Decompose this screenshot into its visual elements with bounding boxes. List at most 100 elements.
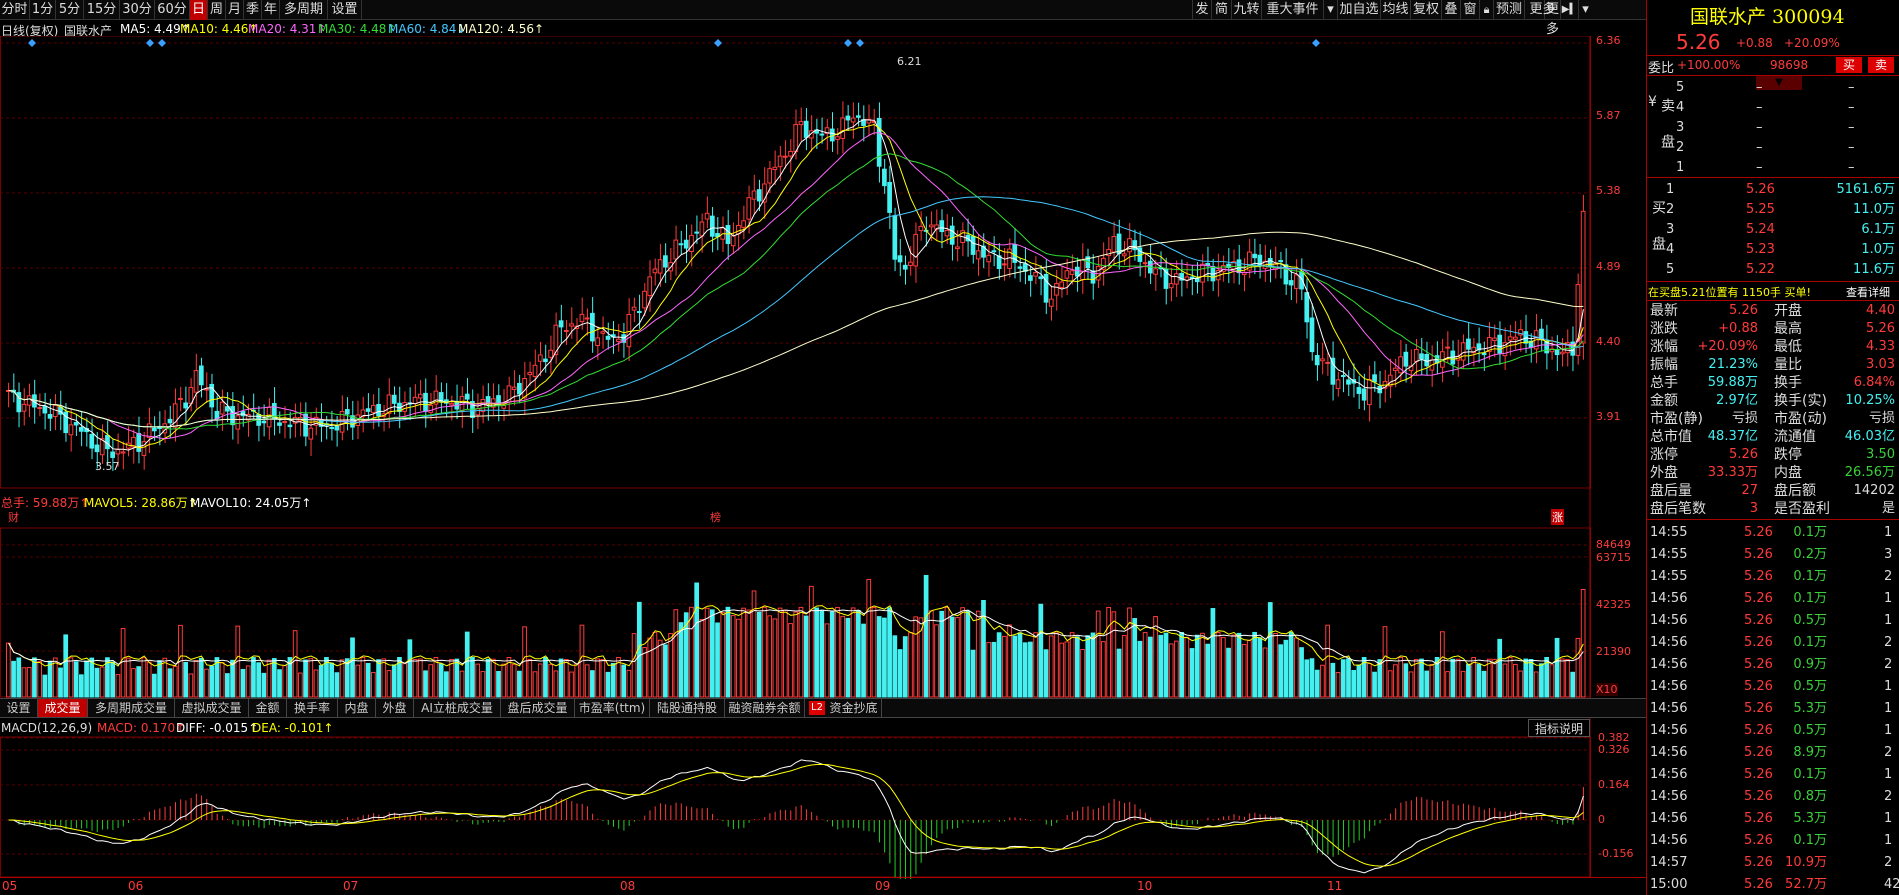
period-tab[interactable]: 1分 — [30, 0, 56, 20]
chevron-down-icon[interactable]: ▾ — [1323, 0, 1337, 20]
candle-body — [1419, 353, 1424, 360]
indicator-tab-after-hours[interactable]: 盘后成交量 — [501, 699, 575, 717]
period-tab[interactable]: 30分 — [120, 0, 155, 20]
tool-add-watchlist[interactable]: 加自选 — [1337, 0, 1380, 20]
settings-tab[interactable]: 设置 — [328, 0, 362, 20]
moving-average-lines — [8, 119, 1584, 451]
indicator-tab-inner[interactable]: 内盘 — [338, 699, 376, 717]
buy-button[interactable]: 买 — [1836, 57, 1862, 73]
ask-row[interactable]: 5 – – — [1648, 78, 1899, 98]
candle-body — [887, 182, 892, 213]
period-tab[interactable]: 15分 — [84, 0, 120, 20]
sell-button[interactable]: 卖 — [1868, 57, 1894, 73]
event-marker-limit-up[interactable]: 涨 — [1551, 509, 1564, 525]
ask-row[interactable]: 2 – – — [1648, 138, 1899, 158]
tool-jian[interactable]: 简 — [1211, 0, 1231, 20]
indicator-help-button[interactable]: 指标说明 — [1528, 719, 1590, 737]
bid-price: 5.24 — [1746, 222, 1775, 237]
period-tab[interactable]: 周 — [208, 0, 226, 20]
period-tab[interactable]: 5分 — [56, 0, 84, 20]
stat-label: 涨停 — [1650, 447, 1678, 463]
bid-row[interactable]: 1 5.26 5161.6万 — [1648, 180, 1899, 200]
tick-row: 14:56 5.26 5.3万 1 — [1648, 808, 1899, 830]
candle-body — [1304, 292, 1310, 323]
volume-bar — [1512, 664, 1518, 698]
volume-bar — [642, 647, 647, 698]
period-tab[interactable]: 年 — [262, 0, 280, 20]
candle-body — [277, 422, 282, 426]
period-tab[interactable]: 60分 — [155, 0, 190, 20]
candle-body — [600, 331, 606, 334]
bid-row[interactable]: 4 5.23 1.0万 — [1648, 240, 1899, 260]
tool-ma-lines[interactable]: 均线 — [1380, 0, 1410, 20]
indicator-tab-northbound[interactable]: 陆股通持股 — [650, 699, 725, 717]
candle-body — [303, 413, 308, 437]
indicator-tab-virtual-volume[interactable]: 虚拟成交量 — [175, 699, 249, 717]
volume-bar — [63, 634, 69, 698]
period-tab[interactable]: 季 — [244, 0, 262, 20]
chevron-down-icon[interactable]: ▾ — [1578, 0, 1592, 20]
indicator-tab-bottom-fishing[interactable]: 资金抄底 — [826, 699, 882, 717]
tool-major-events[interactable]: 重大事件 — [1261, 0, 1323, 20]
more-button[interactable]: 更多 — [1524, 0, 1560, 20]
volume-bar — [407, 639, 413, 698]
indicator-tab-settings[interactable]: 设置 — [0, 699, 38, 717]
volume-bar — [1439, 631, 1445, 698]
ask-row[interactable]: 3 – – — [1648, 118, 1899, 138]
indicator-tab-turnover[interactable]: 换手率 — [287, 699, 338, 717]
indicator-tab-margin[interactable]: 融资融券余额 — [725, 699, 805, 717]
volume-bar — [741, 607, 746, 698]
bid-row[interactable]: 3 5.24 6.1万 — [1648, 220, 1899, 240]
candle-body — [850, 117, 856, 123]
lock-icon[interactable]: 🔒︎ — [1479, 0, 1493, 20]
volume-bar — [1090, 632, 1096, 698]
indicator-tab-amount[interactable]: 金额 — [249, 699, 287, 717]
period-tab-selected[interactable]: 日 — [190, 0, 208, 20]
kline-chart[interactable] — [0, 36, 1646, 879]
candle-body — [741, 220, 746, 228]
indicator-tab-volume[interactable]: 成交量 — [38, 699, 88, 717]
candle-body — [1200, 263, 1205, 283]
tick-count: 1 — [1884, 767, 1893, 782]
stats-row: 涨跌 +0.88 最高 5.26 — [1648, 320, 1899, 338]
tool-forecast[interactable]: 预测 — [1493, 0, 1524, 20]
volume-bar — [1460, 670, 1466, 698]
ask-row[interactable]: 1 – – — [1648, 158, 1899, 178]
tool-adjust[interactable]: 复权 — [1410, 0, 1441, 20]
indicator-tab-ai-volume[interactable]: AI立桩成交量 — [414, 699, 501, 717]
ask-row[interactable]: 4 – – — [1648, 98, 1899, 118]
indicator-tab-multi-period-volume[interactable]: 多周期成交量 — [88, 699, 175, 717]
period-tab[interactable]: 分时 — [0, 0, 30, 20]
tick-price: 5.26 — [1744, 679, 1773, 694]
volume-bar — [1158, 634, 1164, 698]
tool-overlay[interactable]: 叠 — [1441, 0, 1460, 20]
candle-body — [756, 189, 762, 202]
price-axis-label: 4.40 — [1596, 335, 1621, 348]
volume-bar — [663, 644, 668, 698]
volume-bar — [1028, 641, 1033, 698]
fullscreen-icon[interactable]: ▶▍ — [1560, 0, 1578, 20]
period-tab[interactable]: 多周期 — [280, 0, 328, 20]
stat-label: 内盘 — [1774, 465, 1802, 481]
stats-row: 总手 59.88万 换手 6.84% — [1648, 374, 1899, 392]
bid-row[interactable]: 5 5.22 11.6万 — [1648, 260, 1899, 280]
view-detail-link[interactable]: 查看详细 — [1846, 284, 1890, 300]
tick-time: 14:56 — [1650, 767, 1688, 782]
event-marker-finance[interactable]: 财 — [8, 509, 19, 525]
event-marker-list[interactable]: 榜 — [710, 509, 721, 525]
indicator-tab-outer[interactable]: 外盘 — [376, 699, 414, 717]
indicator-tab-pe-ttm[interactable]: 市盈率(ttm) — [575, 699, 650, 717]
volume-bar — [1523, 658, 1529, 698]
bid-price: 5.25 — [1746, 202, 1775, 217]
tool-window[interactable]: 窗 — [1460, 0, 1479, 20]
volume-bar — [918, 617, 924, 698]
volume-bar — [1580, 588, 1586, 698]
tick-row: 14:56 5.26 0.1万 1 — [1648, 588, 1899, 610]
volume-bar — [313, 669, 319, 698]
bid-row[interactable]: 2 5.25 11.0万 — [1648, 200, 1899, 220]
tool-fa[interactable]: 发 — [1192, 0, 1211, 20]
volume-bar — [887, 607, 892, 698]
tick-time: 14:55 — [1650, 569, 1688, 584]
period-tab[interactable]: 月 — [226, 0, 244, 20]
tool-jiuzhuan[interactable]: 九转 — [1231, 0, 1261, 20]
